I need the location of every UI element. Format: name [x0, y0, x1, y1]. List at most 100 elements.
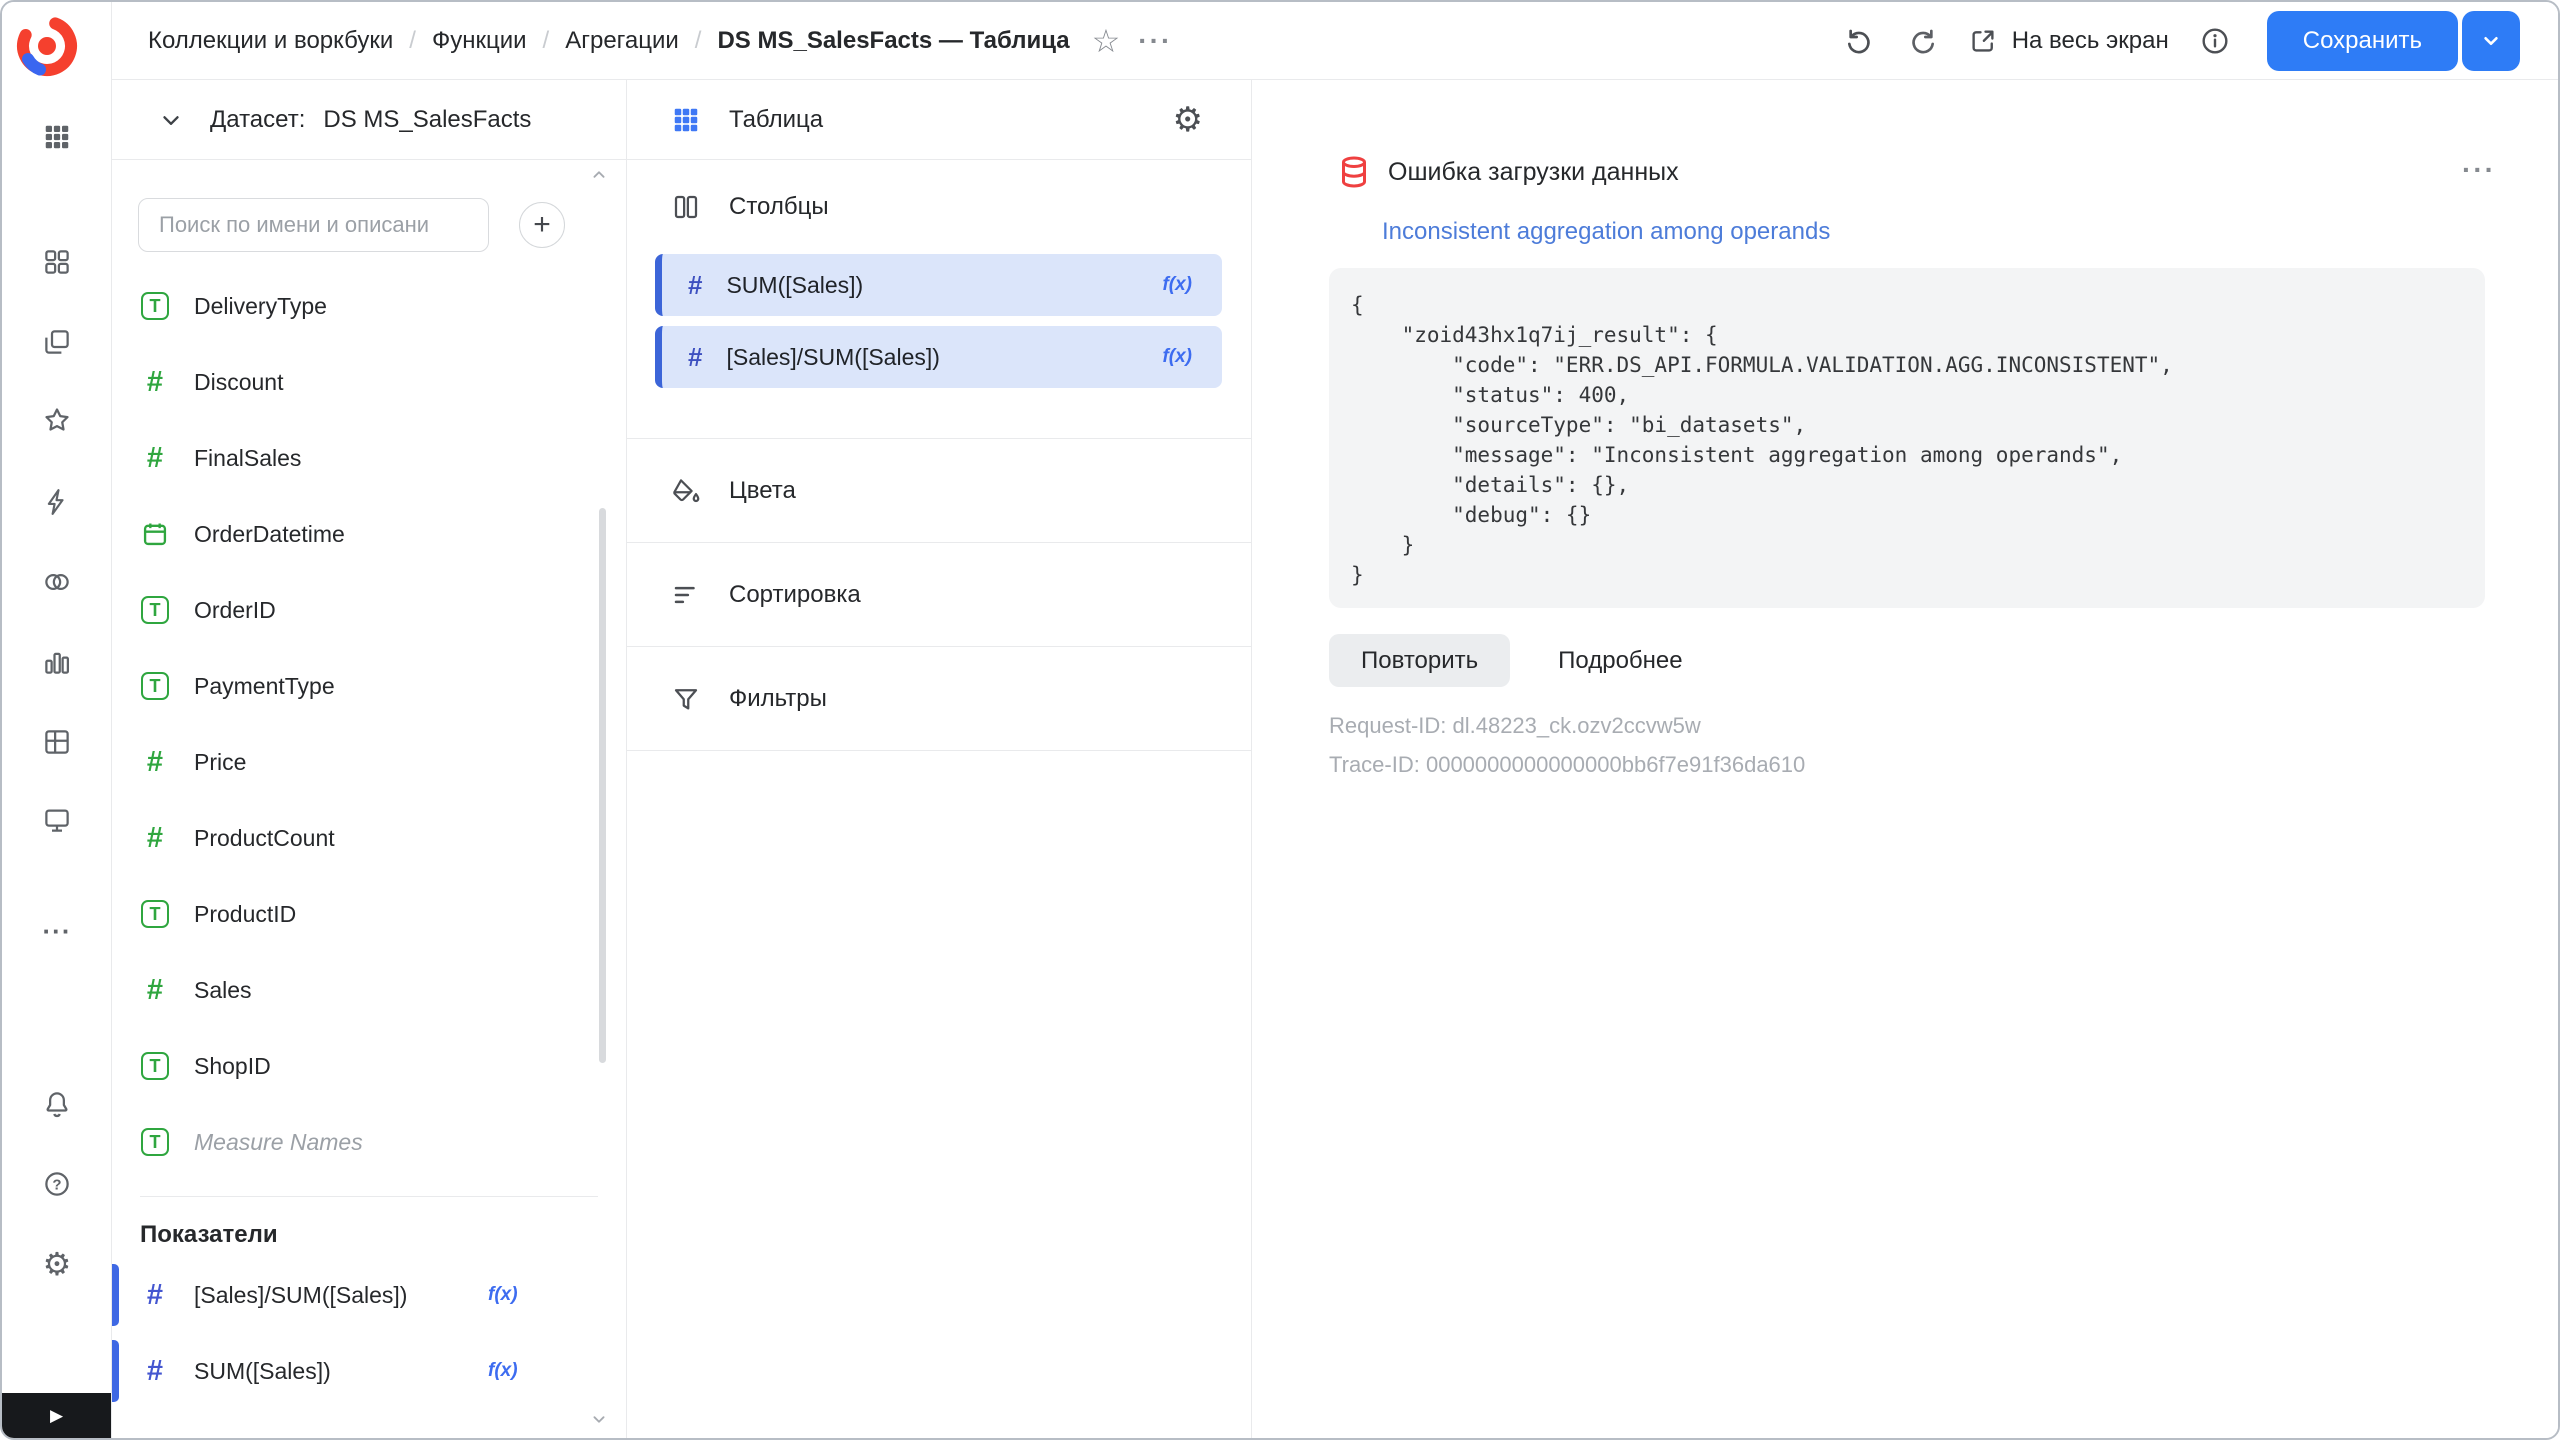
more-options-icon[interactable]: ··· [1138, 27, 1172, 55]
field-search-row: + [138, 198, 600, 252]
scrollbar-thumb[interactable] [599, 508, 606, 1063]
dataset-name[interactable]: DS MS_SalesFacts [323, 106, 531, 134]
field-row-productcount[interactable]: # ProductCount [112, 800, 626, 876]
help-icon[interactable]: ? [35, 1162, 79, 1206]
sorting-section[interactable]: Сортировка [627, 543, 1251, 647]
error-json: { "zoid43hx1q7ij_result": { "code": "ERR… [1351, 290, 2461, 590]
filter-funnel-icon [671, 684, 701, 714]
text-type-icon: T [140, 900, 170, 928]
text-type-icon: T [140, 1052, 170, 1080]
error-message-link[interactable]: Inconsistent aggregation among operands [1382, 218, 1830, 246]
number-type-icon: # [140, 748, 170, 777]
gear-icon[interactable]: ⚙ [1173, 103, 1203, 137]
search-input[interactable] [138, 198, 489, 252]
breadcrumb-item-functions[interactable]: Функции [432, 27, 527, 55]
field-row-paymenttype[interactable]: T PaymentType [112, 648, 626, 724]
sorting-label: Сортировка [729, 581, 861, 609]
lightning-icon[interactable] [35, 480, 79, 524]
favorite-star-icon[interactable]: ☆ [1092, 25, 1121, 57]
columns-section-header: Столбцы [627, 160, 1251, 248]
breadcrumb-item-current: DS MS_SalesFacts — Таблица [717, 27, 1069, 55]
circles-icon[interactable] [35, 560, 79, 604]
field-row-orderid[interactable]: T OrderID [112, 572, 626, 648]
bell-icon[interactable] [35, 1082, 79, 1126]
dataset-panel: Датасет: DS MS_SalesFacts + T DeliveryTy… [112, 80, 627, 1438]
more-icon[interactable]: ··· [35, 909, 79, 953]
chart-preview-area: Ошибка загрузки данных ··· Inconsistent … [1252, 80, 2558, 1438]
table-icon[interactable] [35, 720, 79, 764]
database-error-icon [1336, 154, 1372, 190]
collapse-sidebar-button[interactable]: ▶ [2, 1393, 111, 1438]
formula-fx-icon: f(x) [488, 1360, 518, 1382]
field-row-finalsales[interactable]: # FinalSales [112, 420, 626, 496]
table-viz-icon[interactable] [671, 105, 701, 135]
text-type-icon: T [140, 596, 170, 624]
column-pill-sales-share[interactable]: # [Sales]/SUM([Sales]) f(x) [655, 326, 1222, 388]
measure-row-sales-share[interactable]: # [Sales]/SUM([Sales]) f(x) [112, 1257, 626, 1333]
number-type-icon: # [688, 272, 702, 298]
filters-section[interactable]: Фильтры [627, 647, 1251, 751]
add-field-button[interactable]: + [519, 202, 565, 248]
field-row-productid[interactable]: T ProductID [112, 876, 626, 952]
field-row-price[interactable]: # Price [112, 724, 626, 800]
monitor-icon[interactable] [35, 798, 79, 842]
retry-button[interactable]: Повторить [1329, 634, 1510, 687]
squares-2x2-icon[interactable] [35, 240, 79, 284]
colors-section[interactable]: Цвета [627, 439, 1251, 543]
field-row-measure-names[interactable]: T Measure Names [112, 1104, 626, 1180]
gear-icon[interactable]: ⚙ [35, 1242, 79, 1286]
number-type-icon: # [140, 1281, 170, 1310]
chevron-down-icon[interactable] [158, 107, 184, 133]
breadcrumb-item-collections[interactable]: Коллекции и воркбуки [148, 27, 393, 55]
apps-grid-icon[interactable] [35, 115, 79, 159]
save-split-button: Сохранить [2267, 11, 2520, 71]
field-row-deliverytype[interactable]: T DeliveryType [112, 268, 626, 344]
breadcrumb: Коллекции и воркбуки / Функции / Агрегац… [148, 27, 1070, 55]
field-row-discount[interactable]: # Discount [112, 344, 626, 420]
columns-label: Столбцы [729, 193, 829, 221]
formula-fx-icon: f(x) [488, 1284, 518, 1306]
scroll-up-icon[interactable] [588, 164, 610, 186]
field-row-shopid[interactable]: T ShopID [112, 1028, 626, 1104]
undo-icon[interactable] [1844, 25, 1876, 57]
formula-fx-icon: f(x) [1162, 274, 1192, 296]
fullscreen-button[interactable]: На весь экран [1968, 26, 2169, 56]
sort-icon [671, 580, 701, 610]
filters-label: Фильтры [729, 685, 827, 713]
play-icon: ▶ [50, 1406, 63, 1426]
text-type-icon: T [140, 1128, 170, 1156]
info-icon[interactable] [2199, 25, 2231, 57]
field-row-orderdatetime[interactable]: OrderDatetime [112, 496, 626, 572]
text-type-icon: T [140, 672, 170, 700]
error-header: Ошибка загрузки данных [1336, 150, 2558, 194]
number-type-icon: # [140, 976, 170, 1005]
left-icon-rail: ··· ? ⚙ ▶ [2, 2, 112, 1438]
paint-bucket-icon [671, 476, 701, 506]
field-row-sales[interactable]: # Sales [112, 952, 626, 1028]
star-icon[interactable] [35, 398, 79, 442]
layers-icon[interactable] [35, 320, 79, 364]
dataset-selector[interactable]: Датасет: DS MS_SalesFacts [112, 80, 626, 160]
number-type-icon: # [140, 444, 170, 473]
scroll-down-icon[interactable] [588, 1408, 610, 1430]
trace-id: Trace-ID: 0000000000000000bb6f7e91f36da6… [1329, 752, 2558, 778]
measure-row-sum-sales[interactable]: # SUM([Sales]) f(x) [112, 1333, 626, 1409]
breadcrumb-separator: / [409, 27, 416, 55]
column-pill-sum-sales[interactable]: # SUM([Sales]) f(x) [655, 254, 1222, 316]
save-button[interactable]: Сохранить [2267, 11, 2458, 71]
error-more-icon[interactable]: ··· [2462, 156, 2496, 184]
error-details-code-block: { "zoid43hx1q7ij_result": { "code": "ERR… [1329, 268, 2485, 608]
field-list: T DeliveryType # Discount # FinalSales O… [112, 268, 626, 1180]
save-menu-button[interactable] [2462, 11, 2520, 71]
app-logo[interactable] [15, 14, 79, 78]
svg-text:?: ? [52, 1176, 61, 1193]
columns-section: Столбцы # SUM([Sales]) f(x) # [Sales]/SU… [627, 160, 1251, 439]
details-button[interactable]: Подробнее [1548, 634, 1692, 687]
visualization-title[interactable]: Таблица [729, 106, 823, 134]
chevron-down-icon [2478, 28, 2504, 54]
bar-chart-icon[interactable] [35, 640, 79, 684]
request-id: Request-ID: dl.48223_ck.ozv2ccvw5w [1329, 713, 2558, 739]
expand-icon [1968, 26, 1998, 56]
breadcrumb-item-aggregations[interactable]: Агрегации [565, 27, 679, 55]
redo-icon[interactable] [1906, 25, 1938, 57]
